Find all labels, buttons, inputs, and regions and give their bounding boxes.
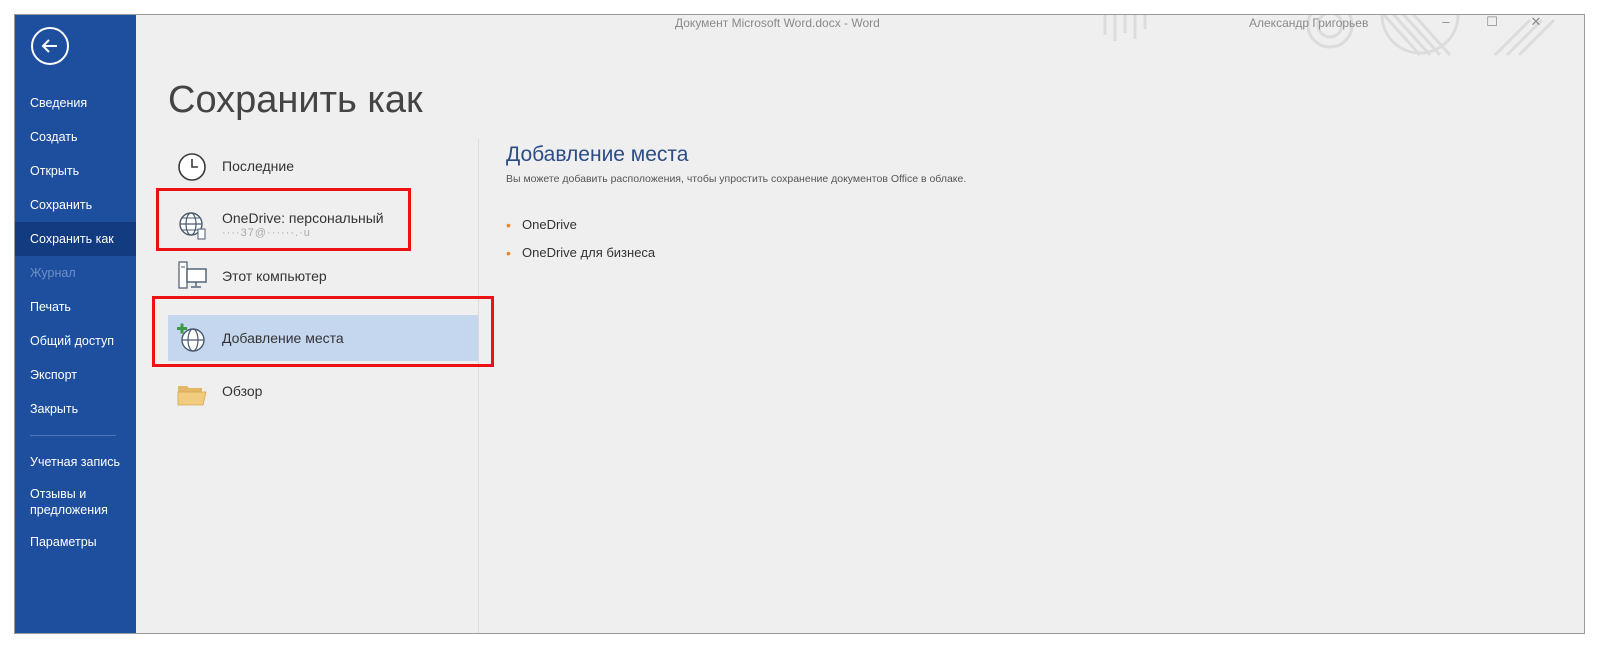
backstage-sidebar: Сведения Создать Открыть Сохранить Сохра… bbox=[15, 15, 136, 633]
bullet-icon: • bbox=[506, 217, 511, 233]
service-onedrive[interactable]: • OneDrive bbox=[506, 211, 1506, 239]
sidebar-item-feedback[interactable]: Отзывы и предложения bbox=[15, 478, 136, 526]
service-onedrive-label: OneDrive bbox=[522, 217, 577, 232]
place-this-pc[interactable]: Этот компьютер bbox=[168, 255, 479, 307]
service-onedrive-business[interactable]: • OneDrive для бизнеса bbox=[506, 239, 1506, 267]
sidebar-divider bbox=[30, 435, 116, 436]
place-browse[interactable]: Обзор bbox=[168, 374, 479, 414]
minimize-button[interactable]: – bbox=[1437, 15, 1455, 33]
pane-divider bbox=[478, 139, 479, 633]
window-title: Документ Microsoft Word.docx - Word bbox=[675, 16, 880, 30]
place-onedrive-label: OneDrive: персональный bbox=[222, 210, 384, 226]
place-browse-label: Обзор bbox=[222, 383, 263, 399]
sidebar-item-new[interactable]: Создать bbox=[15, 120, 136, 154]
sidebar-item-history: Журнал bbox=[30, 266, 76, 280]
sidebar-item-options[interactable]: Параметры bbox=[15, 526, 136, 558]
signed-in-user[interactable]: Александр Григорьев bbox=[1249, 16, 1368, 30]
place-add-location-label: Добавление места bbox=[222, 330, 344, 346]
place-recent[interactable]: Последние bbox=[168, 141, 479, 193]
page-title: Сохранить как bbox=[168, 79, 423, 121]
place-onedrive-personal[interactable]: OneDrive: персональный ····37@······.·u bbox=[168, 193, 479, 253]
add-place-pane: Добавление места Вы можете добавить расп… bbox=[506, 143, 1506, 267]
place-this-pc-label: Этот компьютер bbox=[222, 268, 327, 284]
place-recent-label: Последние bbox=[222, 158, 295, 174]
sidebar-item-close[interactable]: Закрыть bbox=[15, 392, 136, 426]
sidebar-item-print[interactable]: Печать bbox=[15, 290, 136, 324]
sidebar-item-open[interactable]: Открыть bbox=[15, 154, 136, 188]
back-button[interactable] bbox=[31, 27, 69, 65]
sidebar-item-account[interactable]: Учетная запись bbox=[15, 446, 136, 478]
save-places-list: Последние OneDrive: персональный ····37@… bbox=[168, 141, 479, 414]
service-onedrive-business-label: OneDrive для бизнеса bbox=[522, 245, 656, 260]
add-globe-icon bbox=[177, 323, 205, 352]
place-add-location[interactable]: Добавление места bbox=[168, 315, 479, 361]
place-onedrive-account: ····37@······.·u bbox=[222, 227, 311, 239]
sidebar-item-share[interactable]: Общий доступ bbox=[15, 324, 136, 358]
back-arrow-icon bbox=[41, 39, 57, 53]
service-list: • OneDrive • OneDrive для бизнеса bbox=[506, 211, 1506, 267]
sidebar-item-save[interactable]: Сохранить bbox=[15, 188, 136, 222]
place-onedrive-text: OneDrive: персональный ····37@······.·u bbox=[222, 209, 384, 239]
computer-icon bbox=[178, 261, 207, 289]
bullet-icon: • bbox=[506, 245, 511, 261]
sidebar-item-info[interactable]: Сведения bbox=[15, 86, 136, 120]
backstage-window: Документ Microsoft Word.docx - Word Алек… bbox=[14, 14, 1585, 634]
sidebar-nav: Сведения Создать Открыть Сохранить Сохра… bbox=[15, 86, 136, 558]
add-place-description: Вы можете добавить расположения, чтобы у… bbox=[506, 173, 967, 185]
restore-button[interactable]: ☐ bbox=[1483, 15, 1501, 33]
places-divider bbox=[176, 365, 463, 366]
globe-icon bbox=[179, 212, 206, 240]
close-button[interactable]: ✕ bbox=[1527, 15, 1545, 33]
add-place-title: Добавление места bbox=[506, 143, 689, 166]
sidebar-item-export[interactable]: Экспорт bbox=[15, 358, 136, 392]
clock-icon bbox=[178, 153, 206, 181]
folder-icon bbox=[177, 386, 207, 406]
sidebar-item-save-as[interactable]: Сохранить как bbox=[15, 222, 136, 256]
